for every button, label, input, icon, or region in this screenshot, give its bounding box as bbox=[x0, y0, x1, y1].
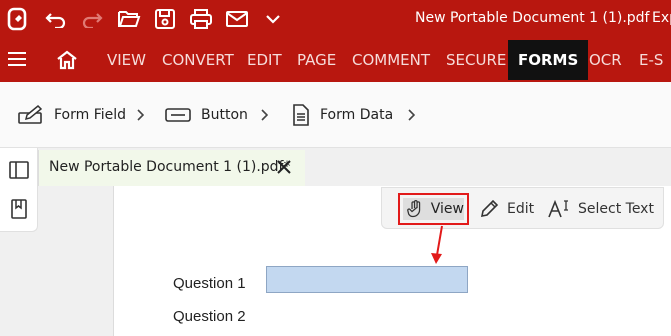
edit-mode-label: Edit bbox=[507, 201, 535, 217]
document-tab[interactable]: New Portable Document 1 (1).pdf* bbox=[38, 150, 305, 186]
select-text-icon bbox=[548, 200, 568, 218]
form-data-label: Form Data bbox=[320, 107, 394, 123]
button-label: Button bbox=[201, 107, 248, 123]
menu-page[interactable]: PAGE bbox=[297, 38, 336, 82]
panel-toggle-icon[interactable] bbox=[9, 160, 29, 180]
menu-view[interactable]: VIEW bbox=[107, 38, 146, 82]
form-field-button[interactable]: Form Field bbox=[18, 104, 126, 126]
menu-bar: VIEW CONVERT EDIT PAGE COMMENT SECURE FO… bbox=[0, 38, 671, 82]
close-icon[interactable] bbox=[273, 156, 295, 178]
edit-mode-button[interactable]: Edit bbox=[479, 195, 534, 223]
question-1-label: Question 1 bbox=[173, 275, 246, 292]
menu-esign[interactable]: E-S bbox=[639, 38, 663, 82]
save-icon[interactable] bbox=[153, 7, 177, 31]
menu-ocr[interactable]: OCR bbox=[589, 38, 622, 82]
document-tab-label: New Portable Document 1 (1).pdf* bbox=[49, 159, 291, 175]
home-icon[interactable] bbox=[56, 50, 78, 75]
view-mode-button[interactable]: View bbox=[398, 193, 469, 225]
form-data-button[interactable]: Form Data bbox=[292, 104, 393, 126]
hamburger-menu-icon[interactable] bbox=[7, 51, 27, 72]
menu-convert[interactable]: CONVERT bbox=[162, 38, 234, 82]
window-title: New Portable Document 1 (1).pdf bbox=[415, 10, 650, 26]
menu-secure[interactable]: SECURE bbox=[446, 38, 506, 82]
chevron-right-icon bbox=[260, 108, 269, 124]
button-field-icon bbox=[165, 108, 191, 122]
pencil-icon bbox=[480, 199, 499, 218]
left-panel-rail bbox=[0, 148, 38, 232]
select-text-label: Select Text bbox=[578, 201, 654, 217]
bookmark-icon[interactable] bbox=[9, 199, 29, 219]
menu-comment[interactable]: COMMENT bbox=[352, 38, 430, 82]
title-bar: New Portable Document 1 (1).pdf Exp bbox=[0, 0, 671, 38]
question-1-field[interactable] bbox=[266, 266, 468, 293]
view-mode-label: View bbox=[430, 201, 464, 217]
forms-ribbon: Form Field Button Form Data bbox=[0, 82, 671, 148]
print-icon[interactable] bbox=[189, 7, 213, 31]
chevron-right-icon bbox=[136, 108, 145, 124]
redo-icon[interactable] bbox=[80, 7, 104, 31]
undo-icon[interactable] bbox=[44, 7, 68, 31]
app-logo-icon[interactable] bbox=[6, 7, 30, 31]
window-title-overflow: Exp bbox=[652, 10, 671, 26]
form-field-label: Form Field bbox=[54, 107, 127, 123]
form-data-icon bbox=[293, 104, 309, 126]
menu-forms[interactable]: FORMS bbox=[508, 40, 589, 80]
chevron-down-icon[interactable] bbox=[261, 7, 285, 31]
open-folder-icon[interactable] bbox=[117, 7, 141, 31]
hand-icon bbox=[407, 200, 421, 218]
button-tool[interactable]: Button bbox=[165, 104, 248, 126]
form-field-icon bbox=[18, 105, 43, 124]
chevron-right-icon bbox=[407, 108, 416, 124]
menu-edit[interactable]: EDIT bbox=[247, 38, 282, 82]
question-2-label: Question 2 bbox=[173, 308, 246, 325]
select-text-button[interactable]: Select Text bbox=[548, 195, 654, 223]
email-icon[interactable] bbox=[225, 7, 249, 31]
